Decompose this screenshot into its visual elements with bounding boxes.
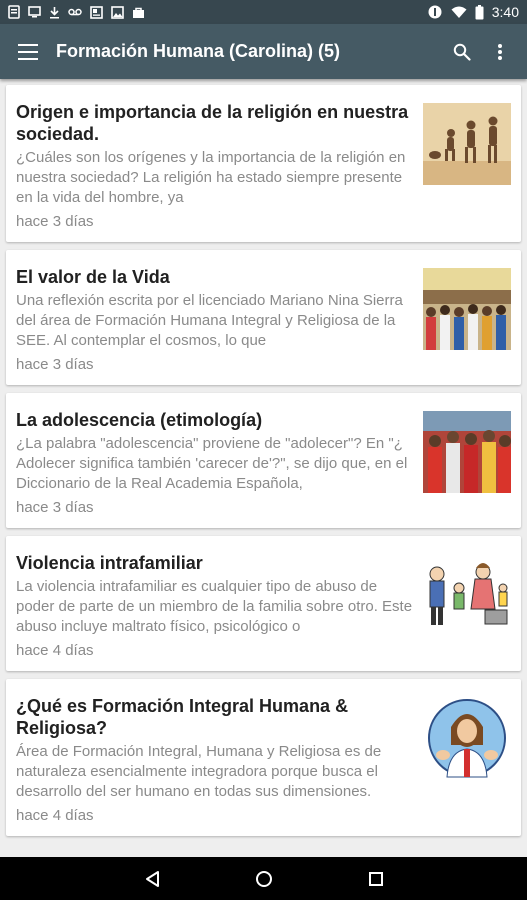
article-title: ¿Qué es Formación Integral Humana & Reli… — [16, 696, 349, 738]
article-summary: Una reflexión escrita por el licenciado … — [16, 292, 403, 349]
wifi-icon — [451, 6, 467, 18]
bag-icon — [133, 7, 144, 18]
search-icon[interactable] — [451, 41, 473, 63]
app-title: Formación Humana (Carolina) (5) — [56, 41, 341, 61]
family-cartoon-image — [423, 554, 511, 636]
article-text: El valor de la Vida Una reflexión escrit… — [16, 266, 423, 375]
article-text: Origen e importancia de la religión en n… — [16, 101, 423, 232]
article-date: hace 4 días — [16, 642, 94, 659]
article-card[interactable]: La adolescencia (etimología) ¿La palabra… — [6, 393, 521, 528]
evolution-image — [423, 103, 511, 185]
article-title: La adolescencia (etimología) — [16, 410, 263, 430]
article-card[interactable]: ¿Qué es Formación Integral Humana & Reli… — [6, 679, 521, 836]
crowd-image — [423, 268, 511, 350]
article-date: hace 3 días — [16, 356, 94, 373]
article-summary: ¿Cuáles son los orígenes y la importanci… — [16, 149, 406, 206]
article-text: ¿Qué es Formación Integral Humana & Reli… — [16, 695, 423, 826]
status-notification-icons — [8, 5, 145, 19]
article-card[interactable]: El valor de la Vida Una reflexión escrit… — [6, 250, 521, 385]
home-icon[interactable] — [252, 867, 276, 891]
app-actions — [451, 41, 511, 63]
article-text: La adolescencia (etimología) ¿La palabra… — [16, 409, 423, 518]
app-bar: Formación Humana (Carolina) (5) — [0, 24, 527, 79]
vibrate-icon — [428, 5, 442, 19]
back-icon[interactable] — [140, 867, 164, 891]
download-icon — [50, 6, 59, 18]
status-time: 3:40 — [491, 4, 519, 20]
article-text: Violencia intrafamiliar La violencia int… — [16, 552, 423, 661]
news-icon — [90, 5, 103, 19]
article-list: Origen e importancia de la religión en n… — [0, 79, 527, 857]
article-title: Origen e importancia de la religión en n… — [16, 102, 409, 144]
article-summary: ¿La palabra "adolescencia" proviene de "… — [16, 435, 408, 492]
teens-image — [423, 411, 511, 493]
screen-icon — [28, 6, 41, 18]
voicemail-icon — [68, 8, 82, 16]
article-title: El valor de la Vida — [16, 267, 170, 287]
battery-icon — [475, 4, 484, 19]
navigation-bar — [0, 857, 527, 900]
more-options-icon[interactable] — [489, 41, 511, 63]
article-summary: Área de Formación Integral, Humana y Rel… — [16, 743, 382, 800]
article-card[interactable]: Origen e importancia de la religión en n… — [6, 85, 521, 242]
status-bar: 3:40 — [0, 0, 527, 24]
article-card[interactable]: Violencia intrafamiliar La violencia int… — [6, 536, 521, 671]
jesus-cartoon-image — [423, 697, 511, 779]
article-date: hace 3 días — [16, 499, 94, 516]
hamburger-menu-icon[interactable] — [18, 43, 38, 60]
status-system-icons: 3:40 — [427, 4, 519, 20]
article-summary: La violencia intrafamiliar es cualquier … — [16, 578, 413, 635]
article-title: Violencia intrafamiliar — [16, 553, 203, 573]
notification-icon — [8, 5, 20, 19]
recents-icon[interactable] — [364, 867, 388, 891]
article-date: hace 3 días — [16, 213, 94, 230]
photo-icon — [111, 5, 124, 19]
article-date: hace 4 días — [16, 807, 94, 824]
